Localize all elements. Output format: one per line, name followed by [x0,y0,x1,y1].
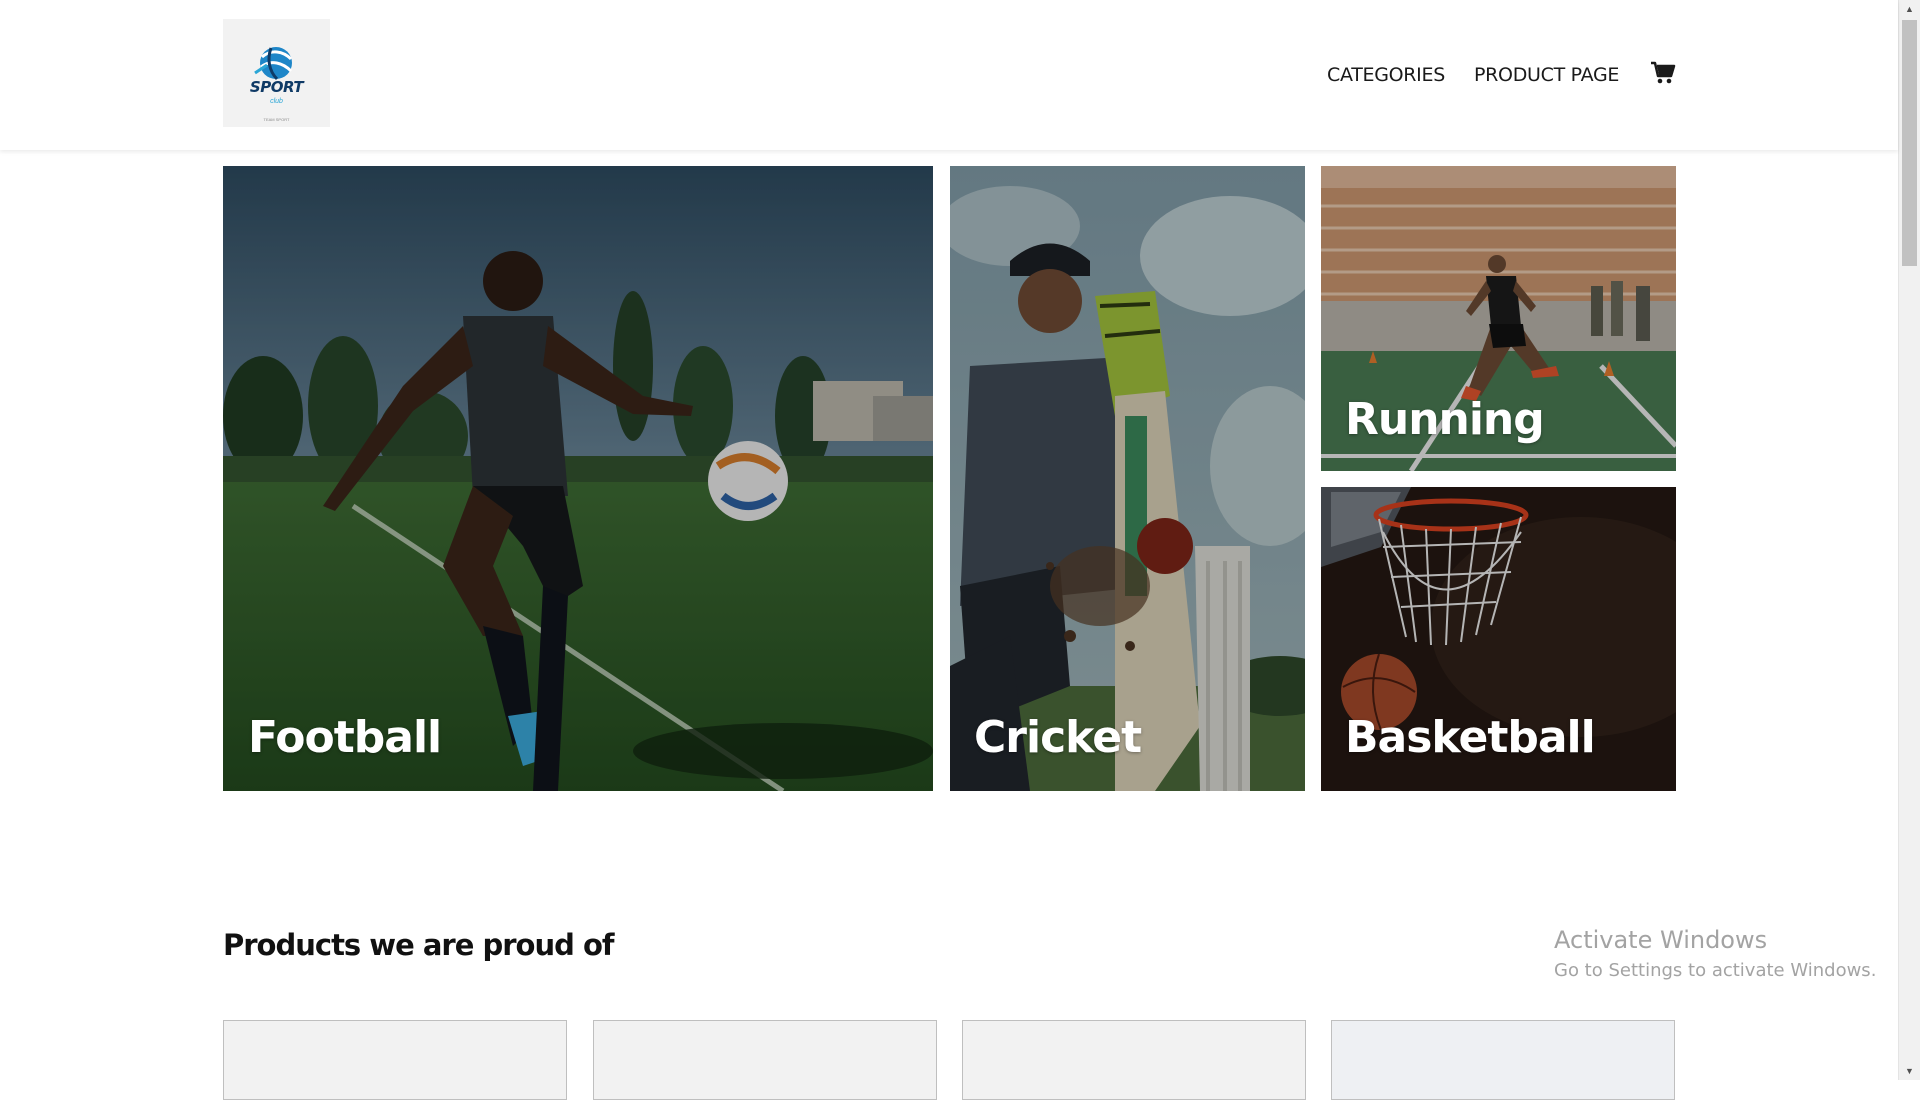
shopping-cart-icon[interactable] [1650,60,1676,86]
category-tile-basketball[interactable]: Basketball [1321,487,1676,791]
site-logo[interactable]: SPORT club TEAM SPORT [223,19,330,127]
activate-windows-subtitle: Go to Settings to activate Windows. [1554,960,1877,981]
sport-ball-logo-icon [254,47,293,81]
logo-title: SPORT [249,78,304,96]
category-tile-cricket[interactable]: Cricket [950,166,1305,791]
logo-tagline: TEAM SPORT [263,117,290,122]
nav-categories-link[interactable]: CATEGORIES [1327,64,1445,90]
scrollbar-thumb[interactable] [1902,20,1917,266]
product-card[interactable] [593,1020,937,1100]
product-card[interactable] [223,1020,567,1100]
category-label-basketball: Basketball [1345,712,1596,763]
category-label-running: Running [1345,394,1545,445]
logo-subtitle: club [270,98,283,105]
page-scrollbar[interactable]: ▲ ▼ [1898,0,1920,1080]
scroll-up-arrow-icon[interactable]: ▲ [1899,0,1920,18]
nav-product-page-link[interactable]: PRODUCT PAGE [1474,64,1619,90]
product-card[interactable] [1331,1020,1675,1100]
category-label-football: Football [248,712,442,763]
site-header: SPORT club TEAM SPORT CATEGORIES PRODUCT… [0,0,1898,150]
category-label-cricket: Cricket [974,712,1142,763]
category-tile-running[interactable]: Running [1321,166,1676,471]
product-card[interactable] [962,1020,1306,1100]
products-section-title: Products we are proud of [223,928,615,962]
scroll-down-arrow-icon[interactable]: ▼ [1899,1062,1920,1080]
category-tile-football[interactable]: Football [223,166,933,791]
activate-windows-title: Activate Windows [1554,926,1768,954]
